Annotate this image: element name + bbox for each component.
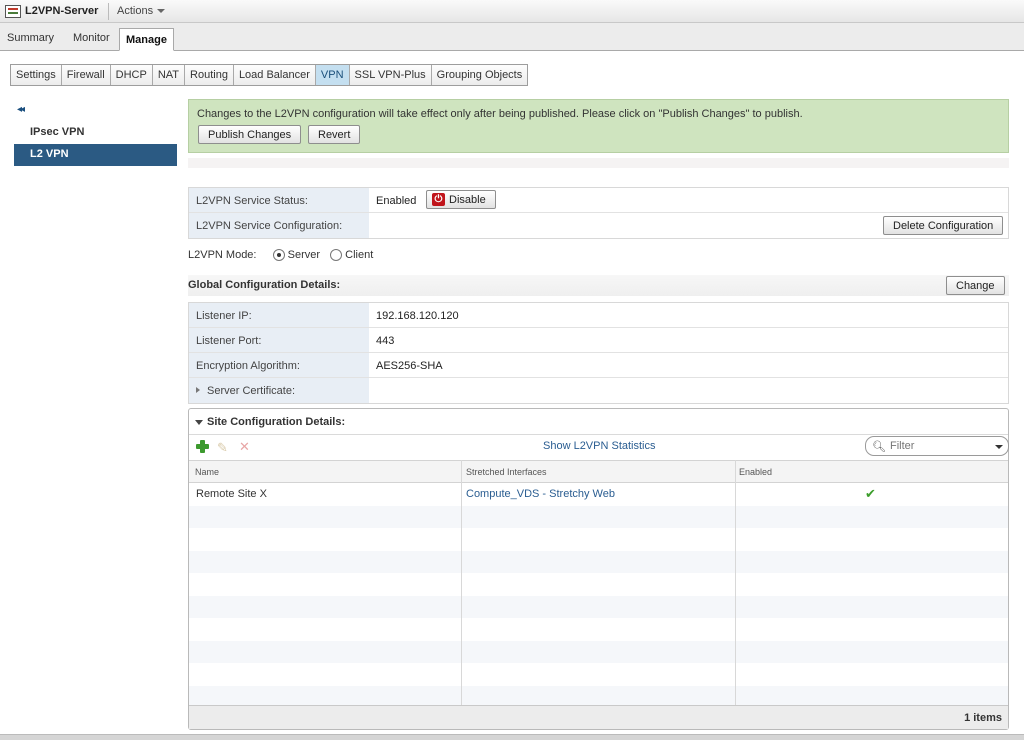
nav-item-l2-vpn[interactable]: L2 VPN	[14, 144, 177, 166]
client-radio-label: Client	[345, 249, 374, 261]
site-config-title: Site Configuration Details:	[207, 416, 346, 428]
search-icon: 🔍︎	[872, 441, 886, 453]
subtab-load-balancer[interactable]: Load Balancer	[234, 65, 316, 85]
publish-notice: Changes to the L2VPN configuration will …	[188, 99, 1009, 153]
tab-manage[interactable]: Manage	[119, 28, 174, 51]
nav-item-ipsec-vpn[interactable]: IPsec VPN	[14, 122, 177, 144]
server-radio-label: Server	[287, 249, 321, 261]
column-header-name[interactable]: Name	[195, 467, 219, 477]
actions-menu[interactable]: Actions	[117, 5, 166, 17]
table-row	[189, 663, 1008, 686]
table-row	[189, 528, 1008, 551]
chevron-down-icon	[157, 9, 166, 14]
site-grid: Name Stretched Interfaces Enabled Remote…	[189, 460, 1008, 708]
global-config-header: Global Configuration Details: Change	[188, 275, 1009, 296]
subtab-firewall[interactable]: Firewall	[62, 65, 111, 85]
grid-header: Name Stretched Interfaces Enabled	[189, 460, 1008, 483]
table-row	[189, 550, 1008, 573]
filter-input[interactable]	[888, 439, 988, 453]
listener-port-label: Listener Port:	[189, 328, 369, 352]
revert-button[interactable]: Revert	[308, 125, 361, 144]
service-status-row: L2VPN Service Status: Enabled ⏻ Disable	[189, 188, 1008, 213]
subtab-settings[interactable]: Settings	[11, 65, 62, 85]
listener-ip-row: Listener IP: 192.168.120.120	[189, 303, 1008, 328]
table-row	[189, 640, 1008, 663]
delete-icon[interactable]: ✕	[239, 439, 250, 455]
service-status-value: Enabled	[376, 195, 417, 207]
table-row	[189, 595, 1008, 618]
site-config-header[interactable]: Site Configuration Details:	[189, 409, 1008, 435]
enabled-check-icon: ✔	[865, 486, 876, 501]
encryption-algorithm-value: AES256-SHA	[376, 360, 443, 372]
listener-port-row: Listener Port: 443	[189, 328, 1008, 353]
app-title: L2VPN-Server	[25, 5, 99, 17]
tab-summary[interactable]: Summary	[7, 32, 54, 44]
edit-pencil-icon[interactable]: ✎	[217, 440, 228, 456]
sub-tabs: Settings Firewall DHCP NAT Routing Load …	[10, 64, 529, 86]
divider-strip	[188, 158, 1009, 168]
service-status-table: L2VPN Service Status: Enabled ⏻ Disable L…	[188, 187, 1009, 239]
listener-ip-label: Listener IP:	[189, 303, 369, 327]
table-row	[189, 573, 1008, 596]
column-divider	[461, 460, 462, 705]
change-button[interactable]: Change	[946, 276, 1005, 295]
l2vpn-mode: L2VPN Mode: Server Client	[188, 249, 374, 262]
mode-label: L2VPN Mode:	[188, 249, 257, 261]
item-count: 1 items	[964, 712, 1002, 724]
column-header-enabled[interactable]: Enabled	[739, 467, 772, 477]
server-certificate-text: Server Certificate:	[207, 385, 296, 397]
service-config-label: L2VPN Service Configuration:	[189, 213, 369, 238]
encryption-algorithm-row: Encryption Algorithm: AES256-SHA	[189, 353, 1008, 378]
grid-footer: 1 items	[189, 705, 1008, 729]
notice-text: Changes to the L2VPN configuration will …	[197, 108, 803, 120]
actions-label: Actions	[117, 5, 154, 17]
client-radio[interactable]	[330, 249, 343, 262]
subtab-vpn[interactable]: VPN	[315, 65, 350, 85]
collapse-arrow-icon[interactable]	[195, 420, 203, 425]
subtab-ssl-vpn-plus[interactable]: SSL VPN-Plus	[350, 65, 432, 85]
delete-configuration-button[interactable]: Delete Configuration	[883, 216, 1004, 235]
subtab-nat[interactable]: NAT	[153, 65, 186, 85]
collapse-icon[interactable]: ◂◂	[17, 104, 25, 115]
site-config-panel: Site Configuration Details: ✎ ✕ Show L2V…	[188, 408, 1009, 730]
main-tabs: Summary Monitor Manage	[0, 23, 1024, 51]
publish-changes-button[interactable]: Publish Changes	[198, 125, 302, 144]
add-icon[interactable]	[196, 440, 209, 453]
global-config-table: Listener IP: 192.168.120.120 Listener Po…	[188, 302, 1009, 404]
encryption-algorithm-label: Encryption Algorithm:	[189, 353, 369, 377]
subtab-dhcp[interactable]: DHCP	[111, 65, 153, 85]
bottom-bar	[0, 734, 1024, 740]
subtab-routing[interactable]: Routing	[185, 65, 234, 85]
service-config-row: L2VPN Service Configuration: Delete Conf…	[189, 213, 1008, 238]
server-radio[interactable]	[272, 249, 285, 262]
row-stretched-interfaces[interactable]: Compute_VDS - Stretchy Web	[466, 488, 615, 500]
show-l2vpn-statistics-link[interactable]: Show L2VPN Statistics	[543, 440, 656, 452]
column-divider	[735, 460, 736, 705]
table-row	[189, 505, 1008, 528]
global-config-title: Global Configuration Details:	[188, 279, 341, 291]
edge-gateway-icon	[5, 5, 21, 18]
listener-ip-value: 192.168.120.120	[376, 310, 459, 322]
header-divider	[108, 3, 109, 20]
server-certificate-label[interactable]: Server Certificate:	[189, 378, 369, 403]
filter-dropdown-icon[interactable]	[995, 445, 1003, 449]
top-header: L2VPN-Server Actions	[0, 0, 1024, 23]
table-row[interactable]: Remote Site X Compute_VDS - Stretchy Web…	[189, 483, 1008, 506]
power-icon: ⏻	[432, 193, 445, 206]
filter-box[interactable]: 🔍︎	[865, 436, 1009, 456]
disable-label: Disable	[449, 194, 486, 206]
listener-port-value: 443	[376, 335, 395, 347]
server-certificate-row[interactable]: Server Certificate:	[189, 378, 1008, 403]
subtab-grouping-objects[interactable]: Grouping Objects	[432, 65, 528, 85]
disable-button[interactable]: ⏻ Disable	[426, 190, 496, 209]
table-row	[189, 618, 1008, 641]
column-header-stretched-interfaces[interactable]: Stretched Interfaces	[466, 467, 547, 477]
service-status-label: L2VPN Service Status:	[189, 188, 369, 212]
row-name: Remote Site X	[196, 488, 267, 500]
tab-monitor[interactable]: Monitor	[73, 32, 110, 44]
expand-arrow-icon[interactable]	[196, 387, 200, 393]
